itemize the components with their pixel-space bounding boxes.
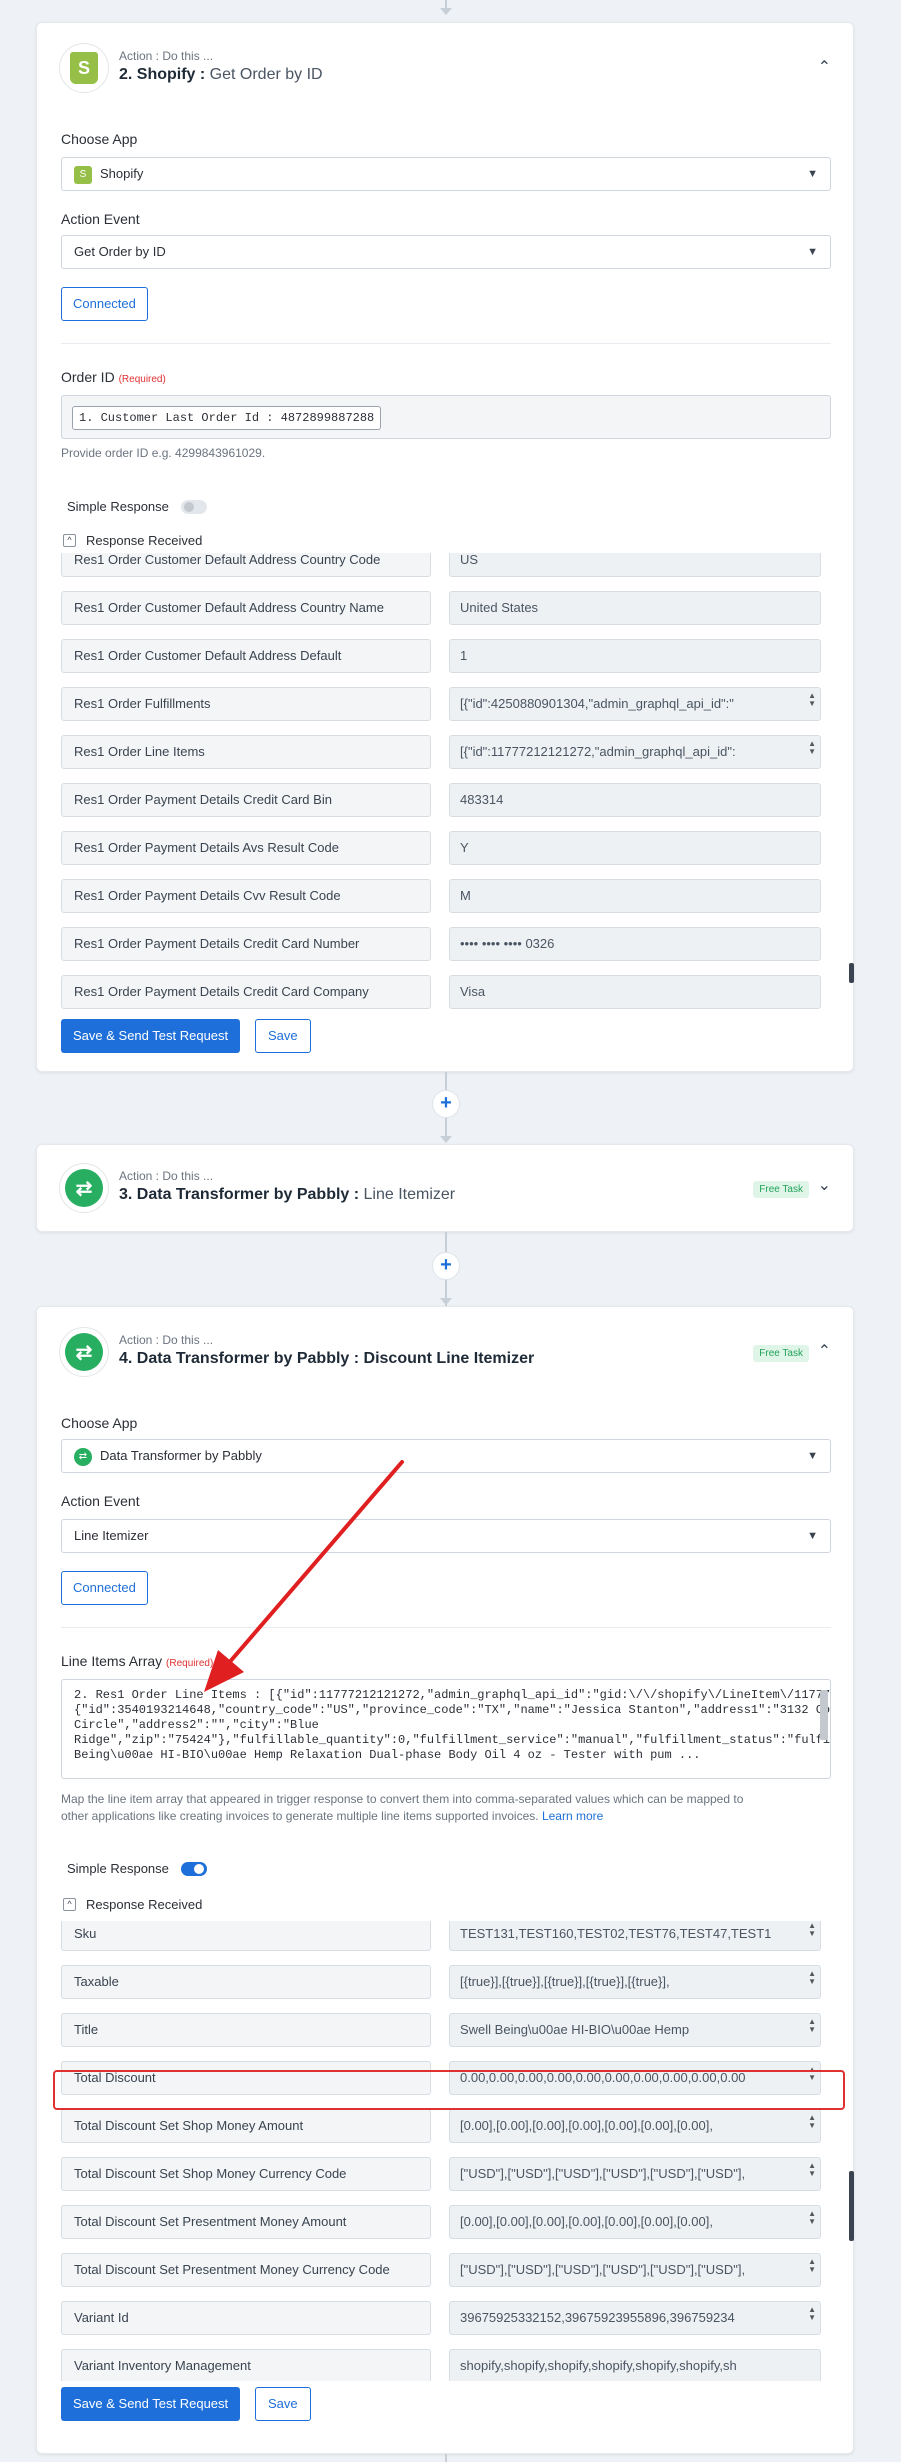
- annotation-arrow-icon: [204, 1460, 404, 1692]
